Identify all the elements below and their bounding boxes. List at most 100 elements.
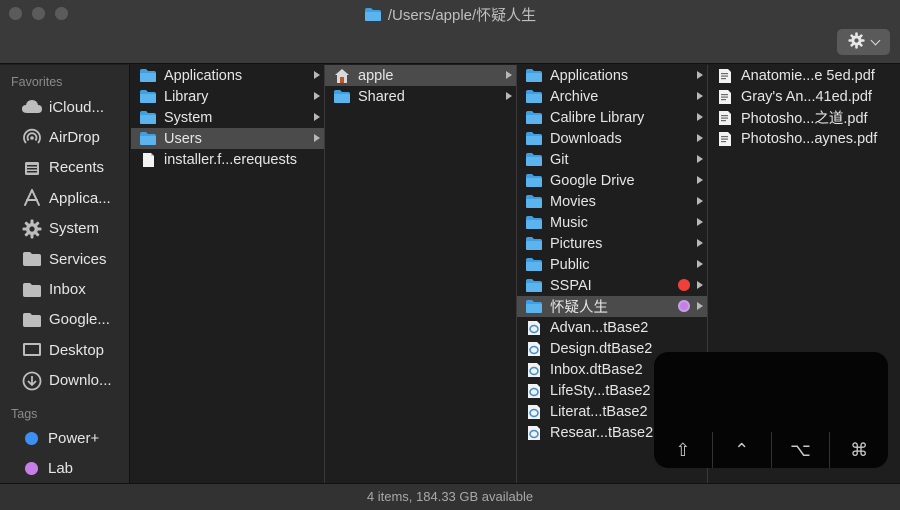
folder-icon [333, 89, 351, 105]
folder-icon [525, 194, 543, 210]
folder-icon [525, 152, 543, 168]
disclosure-arrow-icon [697, 281, 703, 289]
list-item[interactable]: Downloads [517, 128, 707, 149]
sidebar-tag-power[interactable]: Power+ [0, 423, 129, 453]
list-item[interactable]: apple [325, 65, 516, 86]
list-item[interactable]: Shared [325, 86, 516, 107]
database-icon [525, 404, 543, 420]
list-item[interactable]: Gray's An...41ed.pdf [708, 86, 900, 107]
folder-icon [525, 173, 543, 189]
list-item[interactable]: Library [131, 86, 324, 107]
disclosure-arrow-icon [314, 71, 320, 79]
sidebar-tag-lab[interactable]: Lab [0, 453, 129, 483]
pdf-icon [716, 110, 734, 126]
list-item[interactable]: Applications [517, 65, 707, 86]
sidebar-tags-header: Tags [11, 406, 38, 421]
pdf-icon [716, 68, 734, 84]
sidebar-item-downlo[interactable]: Downlo... [0, 366, 129, 396]
list-item[interactable]: Advan...tBase2 [517, 317, 707, 338]
list-item-label: Applications [550, 67, 629, 84]
list-item-label: Shared [358, 88, 405, 105]
sidebar-item-icloud[interactable]: iCloud... [0, 92, 129, 122]
applications-icon [21, 187, 43, 209]
list-item[interactable]: Users [131, 128, 324, 149]
control-key[interactable]: ⌃ [711, 432, 771, 468]
list-item-label: Anatomie...e 5ed.pdf [741, 67, 875, 84]
document-icon [139, 152, 157, 168]
sidebar-item-system[interactable]: System [0, 214, 129, 244]
disclosure-arrow-icon [697, 302, 703, 310]
disclosure-arrow-icon [697, 197, 703, 205]
disclosure-arrow-icon [697, 176, 703, 184]
folder-icon [525, 257, 543, 273]
folder-icon [525, 215, 543, 231]
sidebar-item-airdrop[interactable]: AirDrop [0, 122, 129, 152]
list-item[interactable]: 怀疑人生 [517, 296, 707, 317]
sidebar-item-label: Applica... [49, 189, 111, 207]
list-item-label: Applications [164, 67, 243, 84]
action-menu-button[interactable] [837, 29, 890, 55]
list-item[interactable]: Photosho...之道.pdf [708, 107, 900, 128]
list-item[interactable]: Archive [517, 86, 707, 107]
list-item-label: Users [164, 130, 202, 147]
database-icon [525, 362, 543, 378]
list-item-label: Calibre Library [550, 109, 645, 126]
list-item[interactable]: Google Drive [517, 170, 707, 191]
gear-icon [21, 218, 43, 240]
list-item-label: Public [550, 256, 590, 273]
folder-icon [525, 68, 543, 84]
sidebar-favorites-header: Favorites [11, 75, 63, 89]
sidebar-item-applica[interactable]: Applica... [0, 183, 129, 213]
list-item[interactable]: Photosho...aynes.pdf [708, 128, 900, 149]
list-item[interactable]: Applications [131, 65, 324, 86]
list-item-label: Resear...tBase2 [550, 424, 654, 441]
disclosure-arrow-icon [697, 155, 703, 163]
list-item-label: Library [164, 88, 209, 105]
sidebar-item-label: iCloud... [49, 98, 105, 116]
tag-color-dot [678, 279, 690, 291]
command-key[interactable]: ⌘ [829, 432, 888, 468]
pdf-icon [716, 131, 734, 147]
list-item[interactable]: Anatomie...e 5ed.pdf [708, 65, 900, 86]
chevron-down-icon [870, 35, 881, 45]
database-icon [525, 341, 543, 357]
title-bar: /Users/apple/怀疑人生 [0, 0, 900, 64]
list-item[interactable]: Calibre Library [517, 107, 707, 128]
tag-color-dot [678, 300, 690, 312]
list-item[interactable]: installer.f...erequests [131, 149, 324, 170]
sidebar-item-inbox[interactable]: Inbox [0, 274, 129, 304]
shift-icon: ⇧ [675, 439, 691, 460]
desktop-icon [21, 339, 43, 361]
shift-key[interactable]: ⇧ [654, 432, 712, 468]
list-item[interactable]: Music [517, 212, 707, 233]
list-item-label: Gray's An...41ed.pdf [741, 88, 872, 105]
sidebar-item-services[interactable]: Services [0, 244, 129, 274]
sidebar-item-recents[interactable]: Recents [0, 153, 129, 183]
sidebar-item-label: Services [49, 250, 107, 268]
list-item[interactable]: Git [517, 149, 707, 170]
folder-icon [139, 110, 157, 126]
list-item[interactable]: Pictures [517, 233, 707, 254]
list-item-label: Design.dtBase2 [550, 340, 653, 357]
list-item[interactable]: Public [517, 254, 707, 275]
list-item-label: LifeSty...tBase2 [550, 382, 651, 399]
folder-icon [525, 236, 543, 252]
sidebar-item-label: Google... [49, 311, 110, 329]
list-item-label: Music [550, 214, 588, 231]
list-item-label: Literat...tBase2 [550, 403, 648, 420]
list-item[interactable]: Movies [517, 191, 707, 212]
option-key[interactable]: ⌥ [770, 432, 830, 468]
disclosure-arrow-icon [314, 113, 320, 121]
folder-icon [525, 110, 543, 126]
list-item[interactable]: SSPAI [517, 275, 707, 296]
sidebar-item-google[interactable]: Google... [0, 305, 129, 335]
folder-icon [21, 248, 43, 270]
folder-icon [139, 68, 157, 84]
list-item-label: apple [358, 67, 394, 84]
sidebar-item-desktop[interactable]: Desktop [0, 335, 129, 365]
list-item-label: Movies [550, 193, 596, 210]
tag-color-dot [25, 461, 38, 475]
list-item-label: Archive [550, 88, 599, 105]
list-item[interactable]: System [131, 107, 324, 128]
folder-icon [525, 299, 543, 315]
